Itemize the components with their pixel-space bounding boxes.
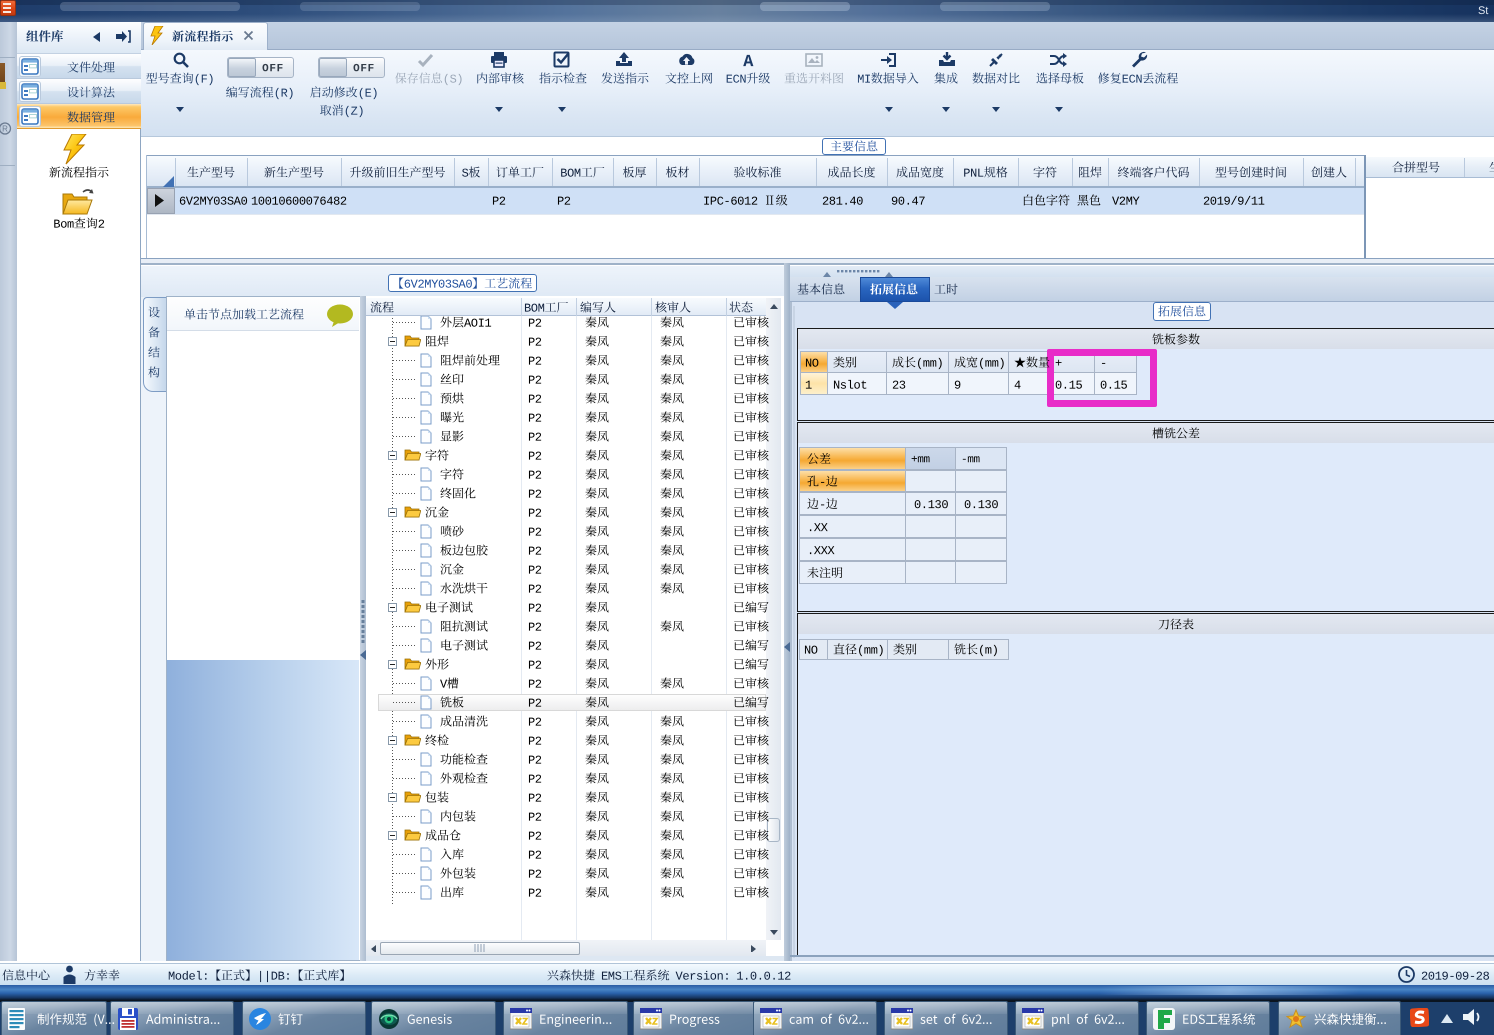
svg-text:R: R [2,125,8,134]
